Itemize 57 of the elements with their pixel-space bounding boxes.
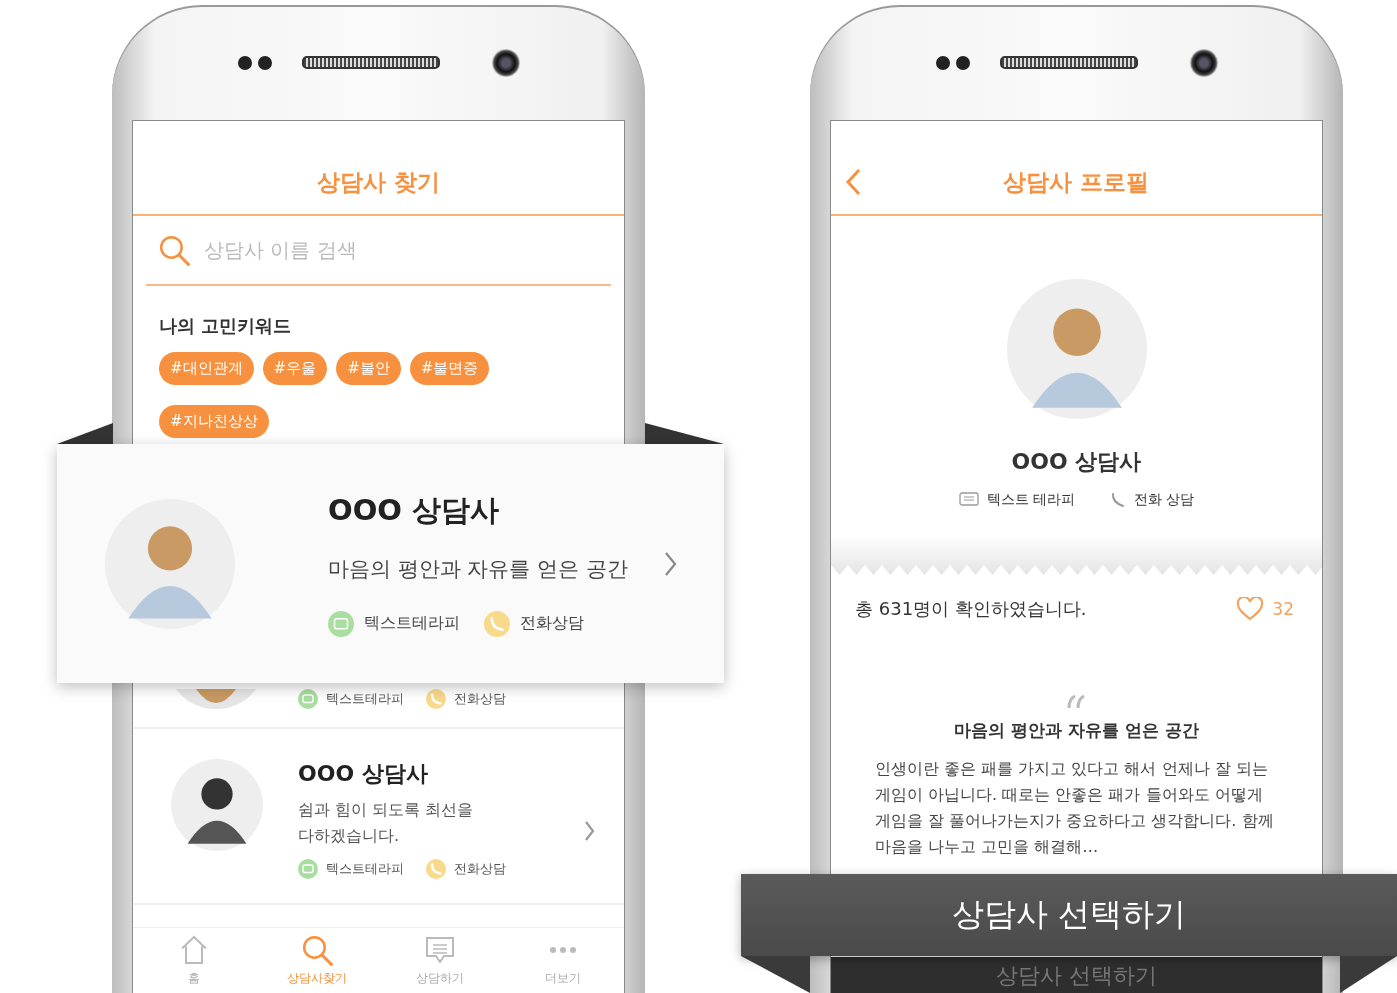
intro-text: 인생이란 좋은 패를 가지고 있다고 해서 언제나 잘 되는 게임이 아닙니다. 때로는 안좋은 패가 들어와도 어떻게 게임을 잘 풀어나가는지가 중요하다고 생각합니다. 함께 마음을 나누고 고민을 해결해… <box>874 758 1275 858</box>
service-label: 전화상담 <box>520 613 584 634</box>
search-icon <box>158 234 190 266</box>
chevron-right-icon <box>584 820 596 842</box>
phone-icon <box>426 689 446 709</box>
camera-icon <box>491 48 520 77</box>
service-label: 텍스트테라피 <box>326 860 404 878</box>
search-icon <box>301 934 334 966</box>
screen-title: 상담사 프로필 <box>1002 168 1151 197</box>
like-count: 32 <box>1272 599 1294 619</box>
counselor-description: 마음의 평안과 자유를 얻은 공간 <box>328 555 629 583</box>
more-icon <box>549 947 576 953</box>
chat-bubble-icon <box>959 492 980 508</box>
counselor-card[interactable]: OOO 상담사 마음의 평안과 자유를 얻은 공간 텍스트테라피 전화상담 <box>57 444 724 683</box>
service-label: 전화 상담 <box>1133 491 1194 509</box>
counselor-description: 쉼과 힘이 되도록 최선을 다하겠습니다. <box>298 799 475 847</box>
counselor-name: OOO 상담사 <box>328 491 501 529</box>
view-count: 총 631명이 확인하였습니다. <box>855 597 1087 621</box>
intro-title: 마음의 평안과 자유를 얻은 공간 <box>954 719 1199 742</box>
phone-icon <box>1109 492 1126 508</box>
keyword-tag[interactable]: #지나친상상 <box>159 405 269 438</box>
chat-bubble-icon <box>298 689 318 709</box>
nav-tab[interactable]: 더보기 <box>501 928 624 991</box>
service-label: 전화상담 <box>454 860 506 878</box>
sensor-icon <box>935 55 970 70</box>
service-label: 텍스트테라피 <box>326 690 404 708</box>
fold-shadow <box>741 956 810 993</box>
screen-title: 상담사 찾기 <box>317 168 440 197</box>
phone-icon <box>484 610 510 637</box>
service-label: 텍스트 테라피 <box>987 491 1076 509</box>
keyword-tag[interactable]: #불안 <box>336 352 401 385</box>
section-title: 나의 고민키워드 <box>159 314 293 338</box>
select-button[interactable]: 상담사 선택하기 <box>741 874 1397 956</box>
service-label: 텍스트테라피 <box>364 613 460 634</box>
keyword-tag[interactable]: #불면증 <box>409 352 490 385</box>
counselor-name: OOO 상담사 <box>298 760 429 788</box>
chevron-right-icon <box>664 550 678 577</box>
keyword-tag[interactable]: #대인관계 <box>159 352 254 385</box>
select-button[interactable]: 상담사 선택하기 <box>831 957 1322 993</box>
chat-icon <box>423 934 456 966</box>
camera-icon <box>1189 48 1218 77</box>
search-field[interactable]: 상담사 이름 검색 <box>202 237 586 263</box>
quote-icon <box>1066 695 1087 709</box>
fold-shadow <box>1340 956 1397 993</box>
keyword-tag[interactable]: #우울 <box>262 352 328 385</box>
nav-tab[interactable]: 홈 <box>133 928 256 991</box>
phone-icon <box>426 859 446 879</box>
chat-bubble-icon <box>328 610 354 637</box>
service-label: 전화상담 <box>454 690 506 708</box>
counselor-name: OOO 상담사 <box>1011 448 1142 476</box>
nav-tab[interactable]: 상담하기 <box>378 928 502 991</box>
back-icon[interactable] <box>845 168 861 196</box>
counselor-card[interactable]: OOO 상담사 쉼과 힘이 되도록 최선을 다하겠습니다. 텍스트테라피 전화상담 <box>133 729 624 905</box>
nav-tab[interactable]: 상담사찾기 <box>255 928 379 991</box>
heart-icon[interactable] <box>1236 597 1265 621</box>
chat-bubble-icon <box>298 859 318 879</box>
sensor-icon <box>237 55 272 70</box>
